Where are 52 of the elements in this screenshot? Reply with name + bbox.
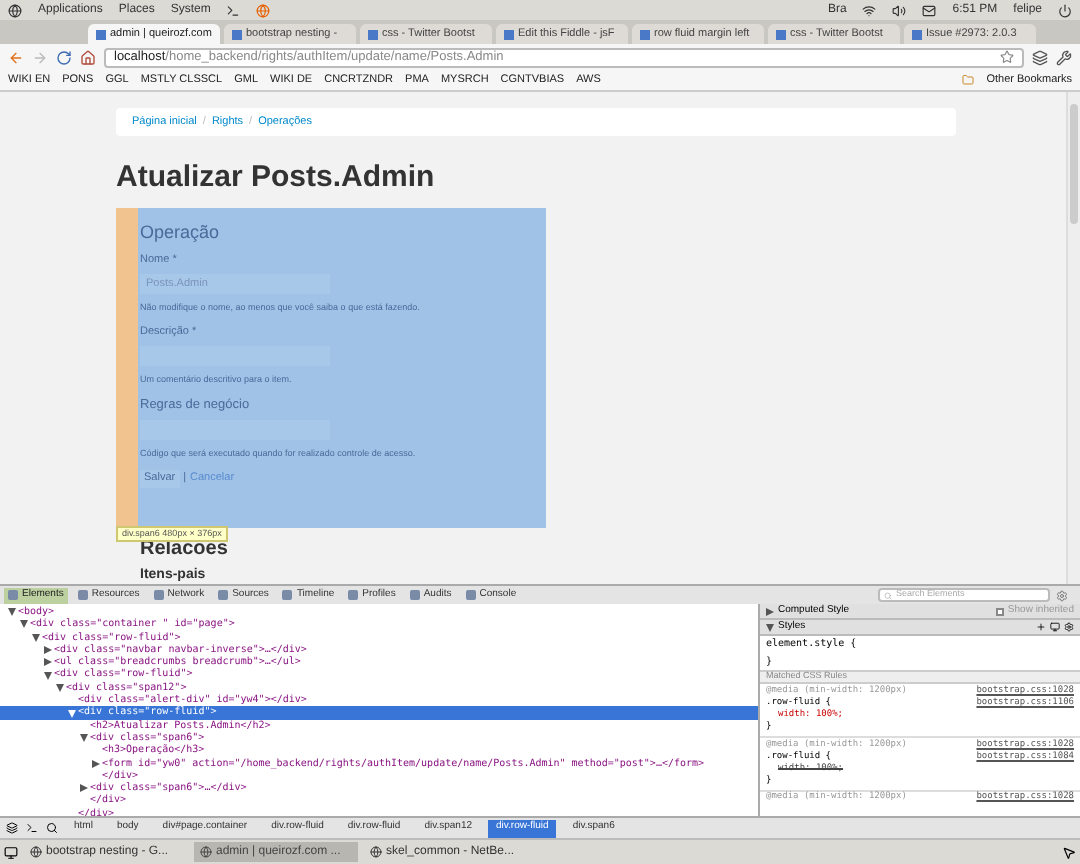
mail-icon[interactable]	[922, 3, 937, 17]
terminal-icon[interactable]	[226, 3, 241, 17]
favicon-icon	[504, 29, 514, 39]
settings-icon[interactable]	[1064, 622, 1074, 632]
dock-icon[interactable]	[6, 822, 18, 834]
relations-heading: Relacoes	[140, 538, 230, 562]
expanded-triangle-icon[interactable]	[766, 623, 774, 631]
panel-icon	[282, 590, 293, 600]
reload-icon[interactable]	[56, 49, 72, 65]
scrollbar[interactable]	[1066, 92, 1080, 584]
home-icon[interactable]	[80, 49, 96, 65]
search-icon	[884, 591, 892, 599]
wifi-icon[interactable]	[862, 3, 877, 17]
favicon-icon	[232, 29, 242, 39]
text-field[interactable]	[140, 345, 330, 366]
console-icon[interactable]	[26, 822, 38, 834]
panel-icon	[218, 590, 229, 600]
expanded-triangle-icon[interactable]	[80, 734, 88, 743]
collapsed-triangle-icon[interactable]	[92, 759, 100, 768]
add-rule-icon[interactable]	[1036, 622, 1046, 632]
favicon-icon	[368, 29, 378, 39]
text-field[interactable]	[140, 420, 330, 441]
wrench-icon[interactable]	[1056, 49, 1072, 65]
toggle-element-state-icon[interactable]	[1050, 622, 1060, 632]
bookmark-star-icon[interactable]	[1000, 50, 1014, 64]
page-heading: Atualizar Posts.Admin	[116, 159, 437, 196]
favicon-icon	[912, 29, 922, 39]
collapsed-triangle-icon[interactable]	[80, 784, 88, 793]
app-icon	[370, 846, 382, 858]
app-icon	[30, 846, 42, 858]
favicon-icon	[96, 29, 106, 39]
collapsed-triangle-icon[interactable]	[766, 607, 774, 615]
favicon-icon	[776, 29, 786, 39]
panel-icon	[465, 590, 476, 600]
search-icon[interactable]	[46, 822, 58, 834]
panel-icon	[409, 590, 420, 600]
volume-icon[interactable]	[892, 3, 907, 17]
panel-icon	[153, 590, 164, 600]
workspace-icon[interactable]	[1062, 845, 1076, 859]
extension-icon[interactable]	[1032, 49, 1048, 65]
show-inherited-checkbox[interactable]	[995, 607, 1004, 615]
browser-icon[interactable]	[256, 3, 271, 17]
app-icon	[200, 846, 212, 858]
favicon-icon	[640, 29, 650, 39]
show-desktop-icon[interactable]	[4, 845, 18, 859]
panel-icon	[8, 590, 18, 600]
panel-icon	[77, 590, 88, 600]
section-title: Operação	[140, 219, 222, 244]
power-icon[interactable]	[1058, 3, 1072, 17]
back-icon[interactable]	[8, 49, 24, 65]
expanded-triangle-icon[interactable]	[68, 709, 76, 718]
panel-icon	[348, 590, 359, 600]
